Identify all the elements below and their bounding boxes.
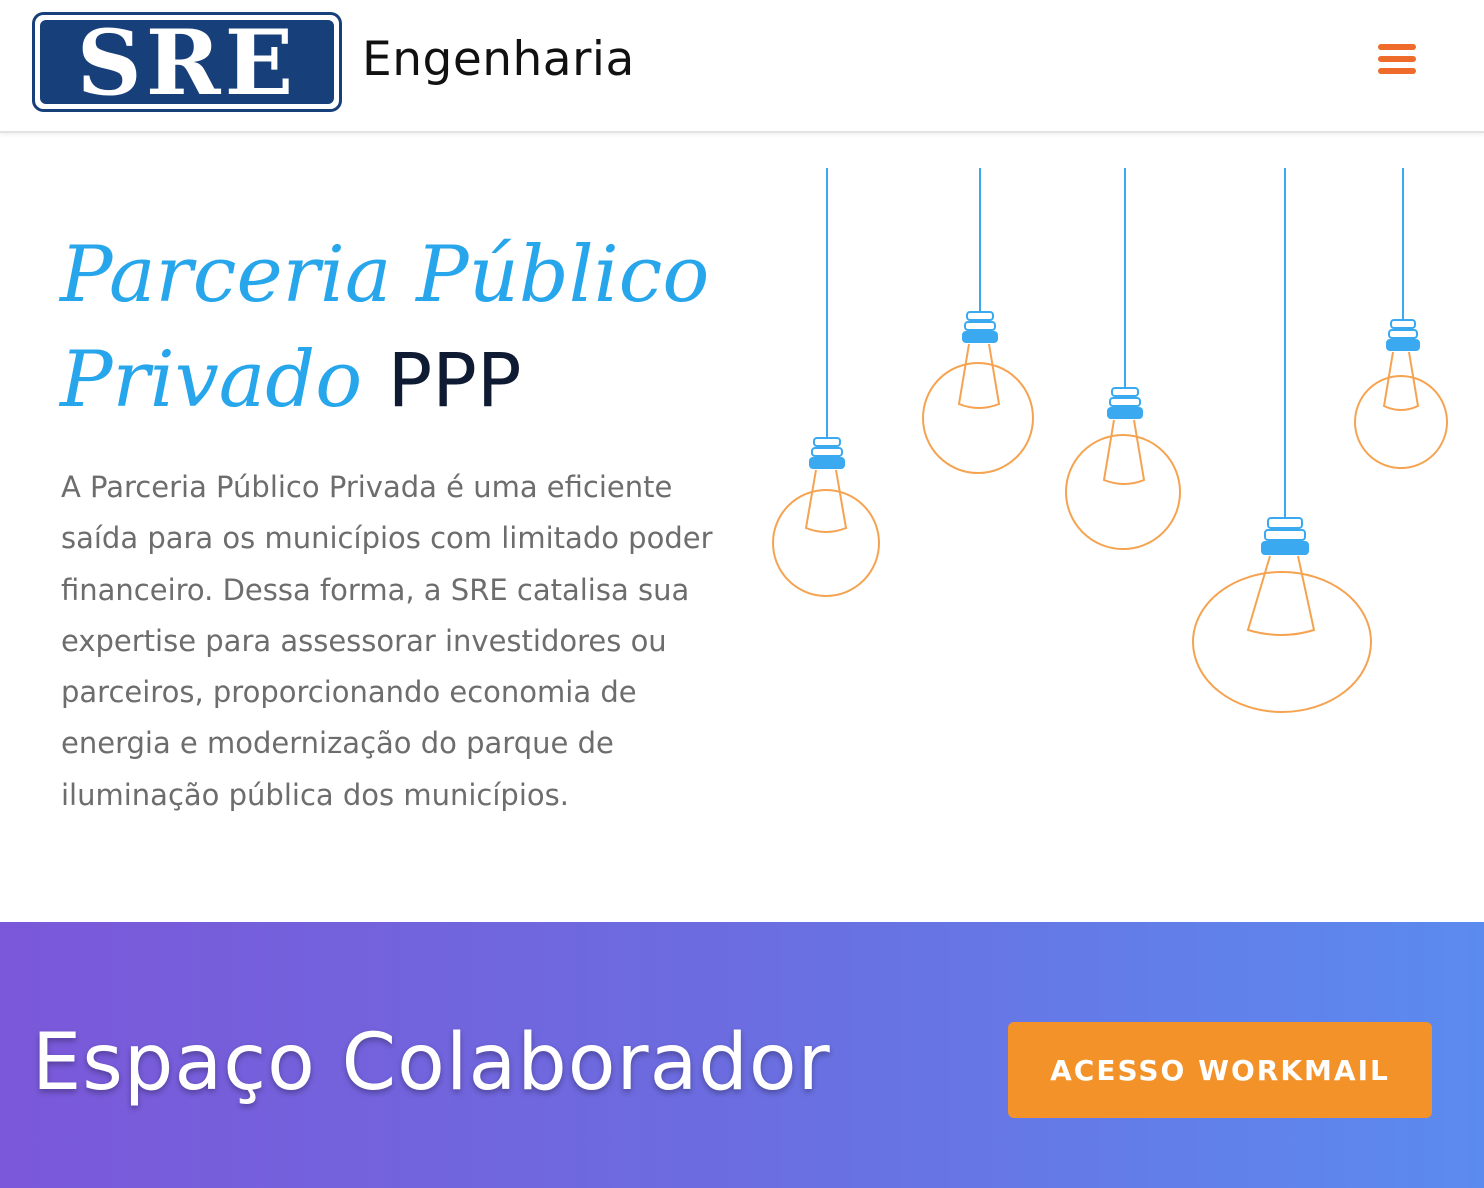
brand-name: Engenharia <box>362 32 635 87</box>
light-bulb-icon <box>922 168 1034 474</box>
light-bulb-icon <box>1192 168 1372 713</box>
page-title-italic: Parceria Público Privado <box>60 230 710 425</box>
hanging-light-bulbs-icon <box>772 168 1448 713</box>
light-bulb-icon <box>772 168 880 597</box>
hamburger-menu-icon[interactable] <box>1372 40 1422 82</box>
light-bulb-icon <box>1354 168 1448 469</box>
workmail-access-button[interactable]: ACESSO WORKMAIL <box>1008 1022 1432 1118</box>
page-title-acronym: PPP <box>387 338 522 424</box>
sre-logo[interactable]: SRE <box>32 12 342 112</box>
light-bulb-icon <box>1065 168 1181 550</box>
intro-paragraph: A Parceria Público Privada é uma eficien… <box>61 470 713 812</box>
site-header: SRE Engenharia <box>0 0 1484 133</box>
page-title: Parceria Público Privado PPP <box>60 222 760 433</box>
logo-text: SRE <box>77 12 297 112</box>
banner-title: Espaço Colaborador <box>32 1018 831 1108</box>
